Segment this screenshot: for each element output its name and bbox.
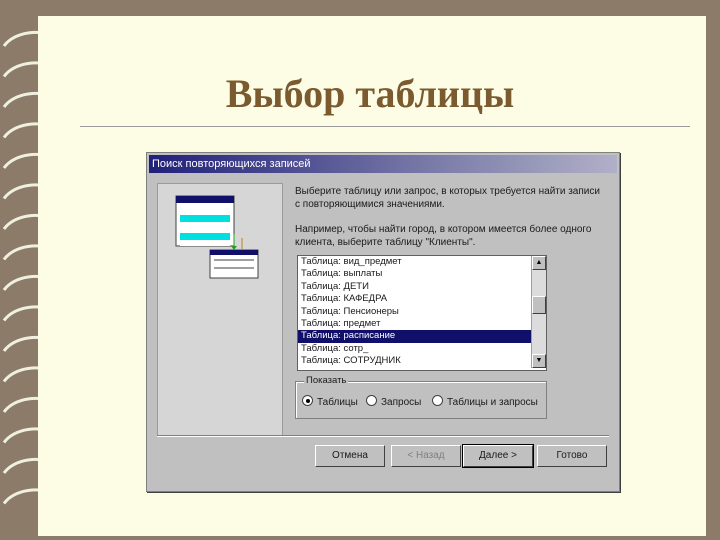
list-item[interactable]: Таблица: СОТРУДНИК xyxy=(298,355,546,367)
scroll-thumb[interactable] xyxy=(532,296,546,314)
wizard-illustration xyxy=(157,183,283,437)
cancel-button[interactable]: Отмена xyxy=(315,445,385,467)
next-button[interactable]: Далее > xyxy=(462,444,534,468)
back-button[interactable]: < Назад xyxy=(391,445,461,467)
list-item[interactable]: Таблица: КАФЕДРА xyxy=(298,293,546,305)
radio-queries-dot[interactable] xyxy=(366,395,377,406)
list-item[interactable]: Таблица: выплаты xyxy=(298,268,546,280)
table-list[interactable]: Таблица: вид_предмет Таблица: выплаты Табл… xyxy=(297,255,547,371)
finish-button[interactable]: Готово xyxy=(537,445,607,467)
radio-tables[interactable]: Таблицы xyxy=(302,395,358,408)
radio-tables-and-queries[interactable]: Таблицы и запросы xyxy=(432,395,538,408)
scroll-up-icon[interactable]: ▲ xyxy=(532,256,546,270)
radio-queries[interactable]: Запросы xyxy=(366,395,421,408)
list-item[interactable]: Таблица: расписание xyxy=(298,330,546,343)
table-diagram-icon xyxy=(175,195,259,279)
dialog-title: Поиск повторяющихся записей xyxy=(149,155,617,173)
scroll-down-icon[interactable]: ▼ xyxy=(532,354,546,368)
wizard-example-text: Например, чтобы найти город, в котором и… xyxy=(295,224,592,248)
list-item[interactable]: Таблица: ДЕТИ xyxy=(298,281,546,293)
list-item[interactable]: Таблица: сотр_ xyxy=(298,343,546,355)
wizard-description: Выберите таблицу или запрос, в которых т… xyxy=(295,186,600,210)
list-scrollbar[interactable]: ▲ ▼ xyxy=(531,256,546,368)
radio-tables-dot[interactable] xyxy=(302,395,313,406)
show-group: Показать Таблицы Запросы Таблицы и запро… xyxy=(295,375,547,419)
radio-both-dot[interactable] xyxy=(432,395,443,406)
find-duplicates-wizard-dialog: Поиск повторяющихся записей Выберите таб… xyxy=(146,152,620,492)
title-divider xyxy=(80,126,690,127)
list-item[interactable]: Таблица: вид_предмет xyxy=(298,256,546,268)
list-item[interactable]: Таблица: предмет xyxy=(298,318,546,330)
slide-title: Выбор таблицы xyxy=(225,71,515,116)
show-group-label: Показать xyxy=(304,375,349,386)
list-item[interactable]: Таблица: Пенсионеры xyxy=(298,306,546,318)
button-separator xyxy=(157,435,609,437)
